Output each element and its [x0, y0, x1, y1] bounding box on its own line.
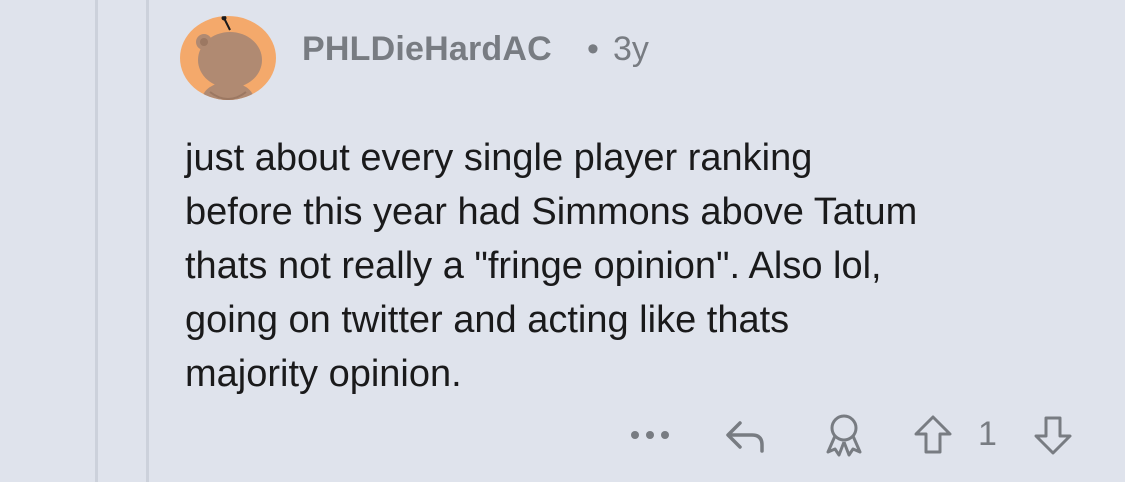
- downvote-icon: [1034, 416, 1072, 455]
- reply-icon: [726, 421, 764, 453]
- snoo-avatar-icon: [196, 16, 262, 100]
- comment-body-line: thats not really a "fringe opinion". Als…: [185, 245, 882, 287]
- comment-body-line: majority opinion.: [185, 353, 462, 395]
- meta-separator: •: [587, 30, 599, 68]
- comment-body: just about every single player ranking b…: [185, 131, 1105, 401]
- comment-actions: 1: [0, 410, 1125, 460]
- comment-body-line: just about every single player ranking: [185, 137, 813, 179]
- avatar[interactable]: [180, 16, 276, 100]
- downvote-button[interactable]: [1030, 410, 1076, 460]
- comment-body-line: going on twitter and acting like thats: [185, 299, 790, 341]
- upvote-icon: [914, 415, 952, 454]
- comment-body-line: before this year had Simmons above Tatum: [185, 191, 918, 233]
- more-options-icon: [631, 431, 669, 439]
- username[interactable]: PHLDieHardAC: [302, 30, 552, 69]
- reply-button[interactable]: [720, 410, 772, 460]
- upvote-button[interactable]: [910, 410, 956, 460]
- award-icon: [826, 414, 862, 457]
- more-options-button[interactable]: [628, 410, 672, 460]
- vote-score: 1: [978, 415, 997, 453]
- comment-age: 3y: [613, 30, 649, 68]
- award-button[interactable]: [818, 410, 870, 460]
